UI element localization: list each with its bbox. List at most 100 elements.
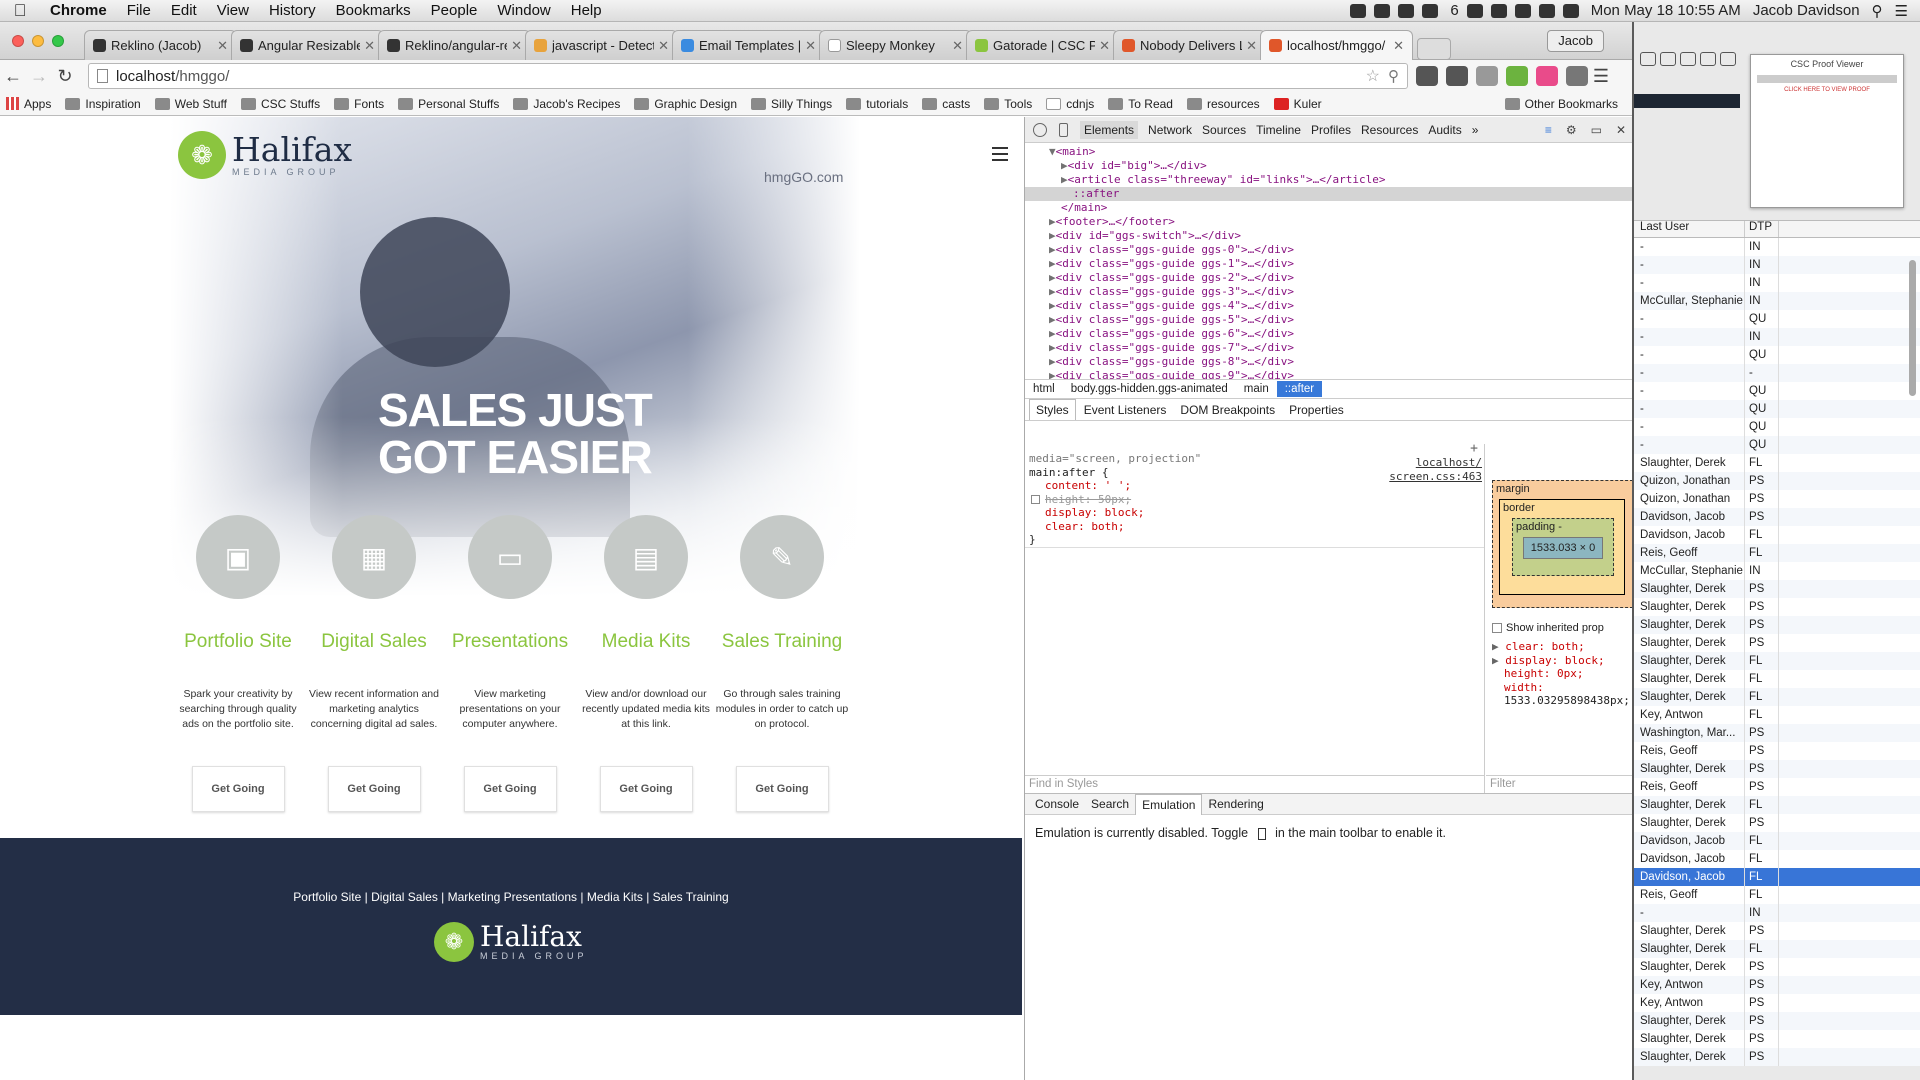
tab-properties[interactable]: Properties xyxy=(1283,400,1350,420)
bookmark-folder[interactable]: Jacob's Recipes xyxy=(513,97,620,111)
volume-icon[interactable] xyxy=(1562,3,1579,18)
dom-node[interactable]: ▶<div id="big">…</div> xyxy=(1025,159,1632,173)
check-icon[interactable] xyxy=(1466,3,1483,18)
close-window-button[interactable] xyxy=(12,35,24,47)
toolbar-icon[interactable] xyxy=(1680,52,1696,66)
css-property[interactable]: height: 50px; xyxy=(1029,493,1480,507)
toolbar-icon[interactable] xyxy=(1720,52,1736,66)
zoom-window-button[interactable] xyxy=(52,35,64,47)
computed-prop[interactable]: ▶ display: block; xyxy=(1492,654,1630,668)
table-row[interactable]: - QU xyxy=(1634,400,1920,418)
css-property[interactable]: display: block; xyxy=(1029,506,1480,520)
collapse-triangle-icon[interactable]: ▶ xyxy=(1061,173,1068,186)
hamburger-menu-icon[interactable] xyxy=(992,147,1008,161)
collapse-triangle-icon[interactable]: ▶ xyxy=(1049,229,1056,242)
tab-nobody-delivers[interactable]: Nobody Delivers Lik ✕ xyxy=(1113,30,1266,60)
filter-input[interactable]: Filter xyxy=(1486,775,1632,793)
tab-reklino-angular[interactable]: Reklino/angular-re ✕ xyxy=(378,30,531,60)
table-row[interactable]: -- xyxy=(1634,364,1920,382)
menu-people[interactable]: People xyxy=(421,2,488,19)
profile-button[interactable]: Jacob xyxy=(1547,30,1604,52)
collapse-triangle-icon[interactable]: ▶ xyxy=(1049,327,1056,340)
menu-file[interactable]: File xyxy=(117,2,161,19)
notification-center-icon[interactable]: ☰ xyxy=(1895,2,1908,20)
menu-window[interactable]: Window xyxy=(487,2,560,19)
dom-node[interactable]: ▶<footer>…</footer> xyxy=(1025,215,1632,229)
computed-prop[interactable]: ▶ clear: both; xyxy=(1492,640,1630,654)
tab-email-templates[interactable]: Email Templates | K✕ xyxy=(672,30,825,60)
tab-emulation[interactable]: Emulation xyxy=(1135,793,1203,815)
table-row[interactable]: - QU xyxy=(1634,382,1920,400)
panel-resources[interactable]: Resources xyxy=(1361,123,1418,137)
menu-bookmarks[interactable]: Bookmarks xyxy=(326,2,421,19)
footer-link[interactable]: Marketing Presentations xyxy=(448,890,577,904)
address-bar[interactable]: localhost/hmggo/ ☆ ⚲ xyxy=(88,63,1408,89)
chat-icon[interactable] xyxy=(1374,3,1391,18)
menu-app[interactable]: Chrome xyxy=(40,2,117,19)
expand-triangle-icon[interactable]: ▼ xyxy=(1049,145,1056,158)
notification-icon[interactable] xyxy=(1350,3,1367,18)
menu-edit[interactable]: Edit xyxy=(161,2,207,19)
dom-node[interactable]: ▶<div class="ggs-guide ggs-4">…</div> xyxy=(1025,299,1632,313)
table-row[interactable]: Davidson, Jacob FL xyxy=(1634,850,1920,868)
extension-icon[interactable] xyxy=(1416,66,1438,86)
clock[interactable]: Mon May 18 10:55 AM xyxy=(1591,2,1741,19)
proof-viewer-thumbnail[interactable]: CSC Proof Viewer CLICK HERE TO VIEW PROO… xyxy=(1750,54,1904,208)
collapse-triangle-icon[interactable]: ▶ xyxy=(1049,313,1056,326)
new-tab-button[interactable] xyxy=(1417,38,1451,60)
device-icon[interactable] xyxy=(1257,827,1266,840)
evernote-icon[interactable] xyxy=(1398,3,1415,18)
bookmark-folder[interactable]: Silly Things xyxy=(751,97,832,111)
close-tab-icon[interactable]: ✕ xyxy=(1246,38,1257,54)
table-row[interactable]: Slaughter, Derek FL xyxy=(1634,688,1920,706)
table-row[interactable]: - IN xyxy=(1634,238,1920,256)
tab-styles[interactable]: Styles xyxy=(1029,399,1076,420)
close-icon[interactable]: ✕ xyxy=(1616,123,1626,137)
property-checkbox[interactable] xyxy=(1031,494,1040,504)
table-row[interactable]: Slaughter, Derek PS xyxy=(1634,958,1920,976)
dom-node[interactable]: ▶<div class="ggs-guide ggs-8">…</div> xyxy=(1025,355,1632,369)
collapse-triangle-icon[interactable]: ▶ xyxy=(1049,369,1056,379)
table-row[interactable]: Slaughter, Derek PS xyxy=(1634,616,1920,634)
menu-history[interactable]: History xyxy=(259,2,326,19)
panel-timeline[interactable]: Timeline xyxy=(1256,123,1301,137)
close-tab-icon[interactable]: ✕ xyxy=(217,38,228,54)
computed-prop[interactable]: height: 0px; xyxy=(1492,667,1630,681)
table-row[interactable]: Slaughter, Derek FL xyxy=(1634,796,1920,814)
collapse-triangle-icon[interactable]: ▶ xyxy=(1049,271,1056,284)
tab-event-listeners[interactable]: Event Listeners xyxy=(1078,400,1173,420)
proof-link[interactable]: CLICK HERE TO VIEW PROOF xyxy=(1751,87,1903,93)
expand-triangle-icon[interactable]: ▶ xyxy=(1492,640,1505,653)
get-going-button[interactable]: Get Going xyxy=(327,766,421,812)
collapse-triangle-icon[interactable]: ▶ xyxy=(1049,243,1056,256)
collapse-triangle-icon[interactable]: ▶ xyxy=(1049,341,1056,354)
bookmark-folder[interactable]: Web Stuff xyxy=(154,97,227,111)
find-in-styles-input[interactable]: Find in Styles xyxy=(1025,775,1484,793)
bookmark-other[interactable]: Other Bookmarks xyxy=(1504,97,1618,111)
dom-node[interactable]: ▶<div id="ggs-switch">…</div> xyxy=(1025,229,1632,243)
close-tab-icon[interactable]: ✕ xyxy=(1393,38,1404,54)
tab-search[interactable]: Search xyxy=(1085,794,1135,814)
css-property[interactable]: clear: both; xyxy=(1029,520,1480,534)
dom-node[interactable]: ▶<div class="ggs-guide ggs-3">…</div> xyxy=(1025,285,1632,299)
close-tab-icon[interactable]: ✕ xyxy=(658,38,669,54)
column-last-user[interactable]: Last User xyxy=(1634,221,1745,237)
extension-icon[interactable] xyxy=(1476,66,1498,86)
dock-icon[interactable]: ▭ xyxy=(1591,123,1602,137)
skype-icon[interactable] xyxy=(1490,3,1507,18)
table-row[interactable]: Slaughter, Derek PS xyxy=(1634,1030,1920,1048)
panel-network[interactable]: Network xyxy=(1148,123,1192,137)
footer-link[interactable]: Portfolio Site xyxy=(293,890,361,904)
table-row[interactable]: Slaughter, Derek PS xyxy=(1634,1048,1920,1066)
scrollbar[interactable] xyxy=(1909,260,1916,396)
table-row[interactable]: - QU xyxy=(1634,418,1920,436)
expand-triangle-icon[interactable]: ▶ xyxy=(1492,654,1505,667)
dom-node-selected[interactable]: ::after xyxy=(1025,187,1632,201)
table-row[interactable]: Reis, Geoff PS xyxy=(1634,742,1920,760)
table-row[interactable]: Reis, Geoff PS xyxy=(1634,778,1920,796)
bookmark-folder[interactable]: Graphic Design xyxy=(634,97,737,111)
tab-localhost-hmggo[interactable]: localhost/hmggo/ ✕ xyxy=(1260,30,1413,60)
table-row[interactable]: Slaughter, Derek PS xyxy=(1634,634,1920,652)
table-row[interactable]: Reis, Geoff FL xyxy=(1634,544,1920,562)
adobe-icon[interactable] xyxy=(1422,3,1439,18)
